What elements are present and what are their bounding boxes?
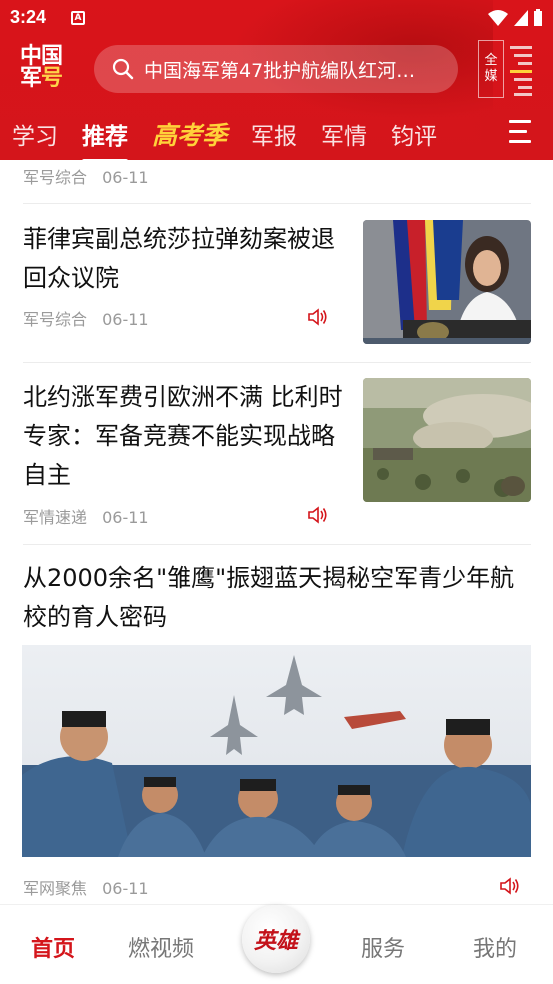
news-item[interactable]: 北约涨军费引欧洲不满 比利时专家：军备竞赛不能实现战略自主 军情速递 06-11 bbox=[0, 362, 553, 542]
status-bar: 3:24 A bbox=[0, 0, 553, 36]
all-media-badge: 全 媒 bbox=[478, 40, 504, 98]
partial-item-meta: 军号综合 06-11 bbox=[23, 164, 149, 188]
speaker-icon[interactable] bbox=[307, 307, 329, 327]
tab-recommend[interactable]: 推荐 bbox=[70, 117, 140, 160]
nav-home[interactable]: 首页 bbox=[31, 931, 75, 963]
news-meta: 军号综合 06-11 bbox=[23, 306, 149, 330]
item-source: 军网聚焦 bbox=[23, 879, 88, 898]
search-placeholder: 中国海军第47批护航编队红河… bbox=[144, 59, 416, 82]
search-icon bbox=[112, 58, 134, 80]
logo-line-1: 中国 bbox=[20, 44, 63, 69]
search-bar[interactable]: 中国海军第47批护航编队红河… bbox=[94, 45, 458, 93]
speaker-icon[interactable] bbox=[307, 505, 329, 525]
logo-line-2: 军号 bbox=[20, 66, 63, 91]
speaker-icon[interactable] bbox=[499, 876, 521, 896]
item-source: 军情速递 bbox=[23, 508, 88, 527]
nav-profile[interactable]: 我的 bbox=[473, 931, 517, 963]
photo-philippines-vp-podium bbox=[363, 220, 531, 344]
news-title: 菲律宾副总统莎拉弹劾案被退回众议院 bbox=[23, 225, 335, 292]
menu-icon[interactable] bbox=[505, 120, 531, 144]
system-icons bbox=[487, 9, 543, 27]
photo-cadets-holding-model-jets bbox=[22, 645, 531, 857]
item-source: 军号综合 bbox=[23, 168, 88, 187]
battery-icon bbox=[534, 9, 542, 26]
tab-gaokao-season[interactable]: 高考季 bbox=[140, 116, 239, 152]
tab-military-intel[interactable]: 军情 bbox=[309, 117, 379, 151]
news-feed[interactable]: 军号综合 06-11 菲律宾副总统莎拉弹劾案被退回众议院 军号综合 06-11 bbox=[0, 160, 553, 904]
tab-military-daily[interactable]: 军报 bbox=[239, 117, 309, 151]
notification-icon: A bbox=[71, 11, 85, 25]
item-date: 06-11 bbox=[102, 508, 149, 527]
bottom-navigation: 首页 燃视频 英雄 服务 我的 bbox=[0, 904, 553, 984]
item-date: 06-11 bbox=[102, 879, 149, 898]
tab-commentary[interactable]: 钧评 bbox=[379, 117, 449, 151]
photo-military-exercise-field bbox=[363, 378, 531, 502]
tab-study[interactable]: 学习 bbox=[0, 117, 70, 151]
all-media-button[interactable]: 全 媒 bbox=[474, 38, 538, 100]
app-header: 3:24 A 中国 军号 中国海军第47批护航编队红河… 全 媒 学习 推荐 高… bbox=[0, 0, 553, 160]
news-item[interactable]: 菲律宾副总统莎拉弹劾案被退回众议院 军号综合 06-11 bbox=[0, 204, 553, 362]
divider bbox=[23, 544, 531, 545]
nav-hot-video[interactable]: 燃视频 bbox=[128, 931, 194, 963]
item-source: 军号综合 bbox=[23, 310, 88, 329]
item-date: 06-11 bbox=[102, 168, 149, 187]
nav-services[interactable]: 服务 bbox=[361, 931, 405, 963]
signal-icon bbox=[514, 10, 528, 26]
featured-title: 从2000余名"雏鹰"振翅蓝天揭秘空军青少年航校的育人密码 bbox=[23, 564, 515, 631]
app-logo[interactable]: 中国 军号 bbox=[20, 46, 74, 92]
audio-bars-icon bbox=[510, 46, 532, 96]
news-meta: 军情速递 06-11 bbox=[23, 504, 149, 528]
item-date: 06-11 bbox=[102, 310, 149, 329]
nav-hero-button[interactable]: 英雄 bbox=[242, 905, 310, 973]
featured-meta: 军网聚焦 06-11 bbox=[23, 875, 149, 899]
wifi-icon bbox=[488, 10, 508, 26]
status-time: 3:24 bbox=[10, 7, 47, 27]
news-title: 北约涨军费引欧洲不满 比利时专家：军备竞赛不能实现战略自主 bbox=[23, 383, 343, 489]
